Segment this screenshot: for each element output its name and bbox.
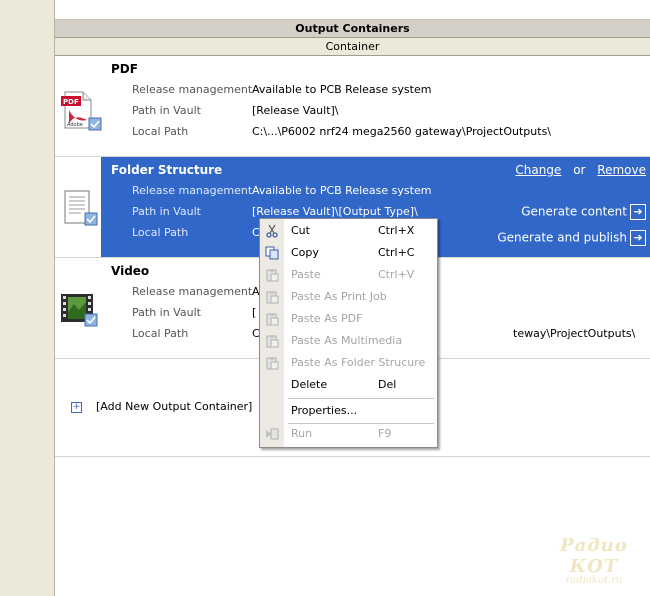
or-text: or bbox=[573, 163, 586, 177]
local-path-label: Local Path bbox=[132, 125, 189, 138]
menu-item-paste-as-pdf[interactable]: Paste As PDF bbox=[260, 309, 437, 329]
release-management-value: Available to PCB Release system bbox=[252, 184, 432, 197]
paste-icon bbox=[265, 268, 279, 282]
menu-item-copy[interactable]: Copy Ctrl+C bbox=[260, 243, 437, 263]
release-management-label: Release management bbox=[132, 83, 252, 96]
container-pdf[interactable]: PDF Adobe PDF Release management Availab… bbox=[55, 56, 650, 157]
menu-item-label: Delete bbox=[291, 378, 328, 391]
local-path-label: Local Path bbox=[132, 226, 189, 239]
menu-item-paste[interactable]: Paste Ctrl+V bbox=[260, 265, 437, 285]
column-header-container[interactable]: Container bbox=[55, 38, 650, 56]
generate-and-publish-label: Generate and publish bbox=[497, 230, 627, 245]
menu-item-shortcut: Ctrl+V bbox=[378, 268, 415, 281]
menu-item-shortcut: Ctrl+X bbox=[378, 224, 415, 237]
arrow-right-icon: ➜ bbox=[630, 230, 646, 246]
add-new-output-container-label: [Add New Output Container] bbox=[96, 400, 253, 413]
container-title: Folder Structure bbox=[111, 163, 223, 177]
context-menu: Cut Ctrl+X Copy Ctrl+C Paste Ctrl+V Past… bbox=[259, 218, 438, 448]
path-in-vault-label: Path in Vault bbox=[132, 205, 201, 218]
menu-item-label: Copy bbox=[291, 246, 319, 259]
generate-content-label: Generate content bbox=[521, 204, 627, 219]
path-in-vault-label: Path in Vault bbox=[132, 104, 201, 117]
change-link[interactable]: Change bbox=[515, 163, 561, 177]
container-actions: Change or Remove bbox=[515, 163, 646, 177]
run-icon bbox=[265, 427, 279, 441]
plus-icon[interactable]: + bbox=[71, 401, 82, 413]
menu-item-shortcut: F9 bbox=[378, 427, 392, 440]
menu-item-label: Paste As PDF bbox=[291, 312, 363, 325]
menu-item-cut[interactable]: Cut Ctrl+X bbox=[260, 221, 437, 241]
panel-top-gap bbox=[55, 0, 650, 20]
local-path-value-tail: teway\ProjectOutputs\ bbox=[513, 327, 636, 340]
menu-item-paste-as-folder-structure[interactable]: Paste As Folder Strucure bbox=[260, 353, 437, 373]
menu-item-label: Paste As Multimedia bbox=[291, 334, 403, 347]
local-path-label: Local Path bbox=[132, 327, 189, 340]
path-in-vault-value: [Release Vault]\ bbox=[252, 104, 339, 117]
menu-item-shortcut: Del bbox=[378, 378, 397, 391]
container-title: PDF bbox=[111, 62, 138, 76]
arrow-right-icon: ➜ bbox=[630, 204, 646, 220]
watermark-title: Радио КОТ bbox=[560, 535, 628, 577]
watermark-site: radiokot.ru bbox=[565, 575, 623, 586]
paste-icon bbox=[265, 290, 279, 304]
menu-item-delete[interactable]: Delete Del bbox=[260, 375, 437, 395]
video-film-icon bbox=[59, 288, 103, 332]
copy-icon bbox=[265, 246, 279, 260]
panel-header-title: Output Containers bbox=[55, 20, 650, 38]
menu-item-paste-as-print-job[interactable]: Paste As Print Job bbox=[260, 287, 437, 307]
menu-separator bbox=[288, 398, 434, 399]
left-strip bbox=[0, 0, 55, 596]
svg-text:Adobe: Adobe bbox=[67, 122, 83, 128]
release-management-value: Available to PCB Release system bbox=[252, 83, 432, 96]
path-in-vault-value: [ bbox=[252, 306, 257, 319]
menu-item-label: Run bbox=[291, 427, 313, 440]
paste-icon bbox=[265, 312, 279, 326]
divider bbox=[55, 456, 650, 457]
generate-and-publish-button[interactable]: Generate and publish ➜ bbox=[497, 230, 646, 246]
menu-item-paste-as-multimedia[interactable]: Paste As Multimedia bbox=[260, 331, 437, 351]
release-management-label: Release management bbox=[132, 184, 252, 197]
release-management-label: Release management bbox=[132, 285, 252, 298]
add-new-output-container[interactable]: + [Add New Output Container] bbox=[71, 400, 252, 413]
paste-icon bbox=[265, 356, 279, 370]
menu-item-label: Paste As Folder Strucure bbox=[291, 356, 426, 369]
pdf-document-icon: PDF Adobe bbox=[59, 88, 103, 132]
container-title: Video bbox=[111, 264, 150, 278]
menu-item-label: Paste bbox=[291, 268, 321, 281]
remove-link[interactable]: Remove bbox=[597, 163, 646, 177]
menu-item-label: Cut bbox=[291, 224, 310, 237]
generate-content-button[interactable]: Generate content ➜ bbox=[521, 204, 646, 220]
svg-text:PDF: PDF bbox=[63, 98, 79, 106]
folder-structure-icon bbox=[59, 187, 103, 231]
paste-icon bbox=[265, 334, 279, 348]
local-path-value: C:\...\P6002 nrf24 mega2560 gateway\Proj… bbox=[252, 125, 552, 138]
menu-item-run[interactable]: Run F9 bbox=[260, 424, 437, 444]
menu-item-label: Paste As Print Job bbox=[291, 290, 387, 303]
menu-item-shortcut: Ctrl+C bbox=[378, 246, 415, 259]
watermark-logo: Радио КОТ radiokot.ru bbox=[548, 535, 640, 586]
menu-item-label: Properties... bbox=[291, 404, 358, 417]
cut-icon bbox=[265, 224, 279, 238]
path-in-vault-label: Path in Vault bbox=[132, 306, 201, 319]
menu-item-properties[interactable]: Properties... bbox=[260, 401, 437, 421]
